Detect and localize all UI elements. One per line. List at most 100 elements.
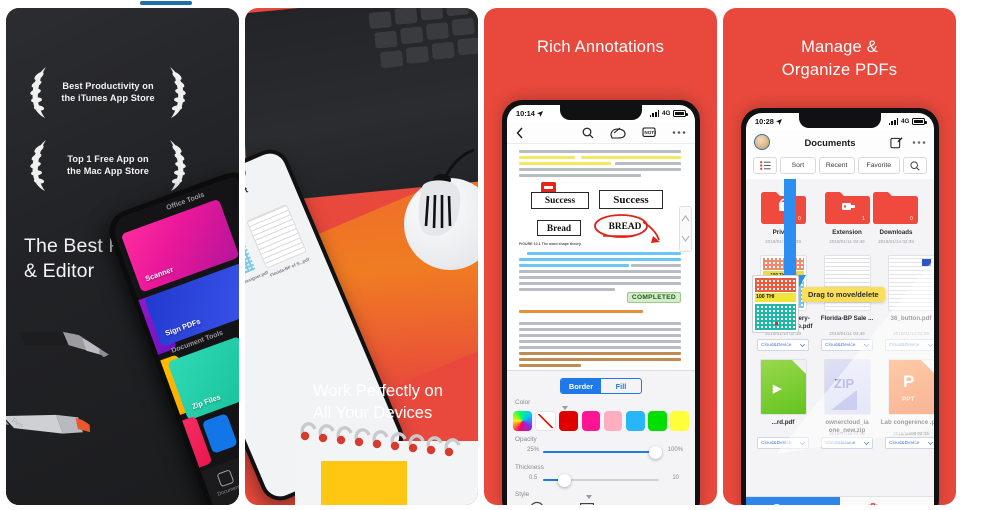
award-badge-1-line2: the iTunes App Store — [61, 93, 155, 103]
arrow-shape-icon[interactable] — [627, 504, 649, 505]
segment-border[interactable]: Border — [561, 379, 601, 393]
source-select-5[interactable]: Cloud&Device — [821, 437, 873, 449]
documents-icon[interactable] — [216, 469, 235, 488]
page-scroll-handle[interactable] — [679, 206, 692, 252]
note-icon[interactable]: NOTE — [642, 126, 656, 139]
file-name-6: Lab congerence .ppt — [880, 419, 934, 426]
border-fill-segmented-control[interactable]: Border Fill — [560, 378, 642, 394]
toolbar-icon-group: NOTE — [582, 126, 686, 139]
file-thumbnail-5[interactable]: ZIP — [824, 359, 871, 415]
sticky-note — [321, 461, 407, 505]
chevron-down-icon — [800, 441, 805, 445]
segment-fill[interactable]: Fill — [601, 379, 641, 393]
location-arrow-icon — [536, 110, 543, 117]
color-swatch-rainbow[interactable] — [513, 411, 532, 431]
laurel-right-icon — [170, 67, 186, 118]
award-badge-1: Best Productivity on the iTunes App Stor… — [20, 65, 196, 119]
opacity-slider-fill — [543, 451, 653, 453]
red-ink-circle-arrow-annotation[interactable] — [591, 212, 665, 246]
folder-downloads-name: Downloads — [879, 229, 913, 236]
chevron-down-icon — [928, 343, 933, 347]
back-chevron-icon[interactable] — [516, 127, 523, 139]
phone-mockup: 10:28 4G Documents Sort Recent Favorite … — [741, 108, 939, 505]
file-thumbnail-3[interactable] — [888, 255, 934, 311]
file-date-5: 2018/07/18 03:12 — [829, 431, 865, 436]
folder-button[interactable]: Folder — [746, 497, 840, 505]
status-time: 10:28 — [755, 117, 774, 126]
opacity-slider-knob[interactable] — [648, 445, 662, 459]
color-swatch-pink[interactable] — [603, 411, 623, 431]
file-thumbnail-6[interactable]: P PPT — [888, 359, 934, 415]
chevron-down-icon — [928, 441, 933, 445]
folder-button-label: Folder — [789, 504, 813, 506]
favorite-button[interactable]: Favorite — [857, 157, 900, 174]
color-swatch-none[interactable] — [535, 411, 556, 431]
active-tab-underline[interactable] — [140, 1, 192, 5]
screenshot-gallery: Best Productivity on the iTunes App Stor… — [0, 8, 956, 505]
recent-button[interactable]: Recent — [818, 157, 855, 174]
square-shape-icon[interactable] — [579, 501, 595, 505]
drag-tooltip: Drag to move/delete — [802, 287, 885, 302]
source-select-6-value: Cloud&Device — [889, 440, 920, 446]
title-line1: Rich Annotations — [536, 38, 665, 56]
color-swatch-red[interactable] — [559, 411, 579, 431]
award-badge-2: Top 1 Free App on the Mac App Store — [20, 138, 196, 192]
thickness-slider-knob[interactable] — [558, 473, 572, 487]
color-swatch-green[interactable] — [648, 411, 667, 431]
color-swatch-yellow[interactable] — [670, 411, 689, 431]
battery-icon — [673, 110, 688, 117]
color-swatch-cyan[interactable] — [625, 411, 645, 431]
folder-extension[interactable]: 1 — [824, 189, 871, 225]
style-label: Style — [515, 491, 530, 498]
thickness-label: Thickness — [515, 464, 544, 471]
list-view-icon[interactable] — [753, 157, 777, 174]
avatar[interactable] — [754, 134, 770, 150]
color-label: Color — [515, 399, 531, 406]
color-swatch-magenta[interactable] — [581, 411, 601, 431]
notch — [799, 113, 881, 128]
file-thumbnail-2[interactable] — [824, 255, 871, 311]
source-select-3[interactable]: Cloud&Device — [885, 339, 934, 351]
panel-annotations[interactable]: Rich Annotations 10:14 4G NOTE Success S… — [484, 8, 717, 505]
screenshot-stage: Best Productivity on the iTunes App Stor… — [0, 0, 993, 510]
opacity-slider[interactable] — [543, 445, 662, 459]
source-select-1[interactable]: Cloud&Device — [757, 339, 809, 351]
documents-grid[interactable]: 0 Private 2019/01/14 02:39 1 Extension 2… — [746, 179, 934, 505]
documents-header: Documents — [746, 130, 934, 154]
location-arrow-icon — [775, 118, 782, 125]
circle-shape-icon[interactable] — [529, 501, 545, 505]
phone-mockup: 10:14 4G NOTE Success Success Bread BREA… — [502, 100, 700, 505]
file-name-4: ...rd.pdf — [771, 419, 795, 426]
folder-downloads[interactable]: 0 — [872, 189, 919, 225]
source-select-5-value: Cloud&Device — [825, 440, 856, 446]
file-date-2: 2019/01/11 04:49 — [829, 331, 865, 336]
status-time: 10:14 — [516, 109, 535, 118]
network-label: 4G — [661, 110, 671, 117]
source-select-6[interactable]: Cloud&Device — [885, 437, 934, 449]
color-swatch-row[interactable] — [513, 411, 689, 431]
svg-text:NOTE: NOTE — [644, 130, 656, 135]
thickness-slider[interactable] — [543, 473, 659, 487]
tile-scanner-label: Scanner — [144, 264, 175, 284]
dragged-file-ghost[interactable]: 100 THI — [752, 275, 799, 333]
panel-awards[interactable]: Best Productivity on the iTunes App Stor… — [6, 8, 239, 505]
file-thumbnail-4[interactable]: ▶ — [760, 359, 807, 415]
title-line2: Organize PDFs — [781, 61, 898, 79]
panel-manage[interactable]: Manage & Organize PDFs 10:28 4G Document… — [723, 8, 956, 505]
file-name-2: Florida-BP Sale ... — [820, 315, 874, 322]
more-icon[interactable] — [912, 140, 926, 145]
source-select-2[interactable]: Cloud&Device — [821, 339, 873, 351]
source-select-4[interactable]: Cloud&Device — [757, 437, 809, 449]
laurel-left-icon — [30, 67, 46, 118]
sort-button[interactable]: Sort — [780, 157, 816, 174]
source-select-2-value: Cloud&Device — [825, 342, 856, 348]
annotate-icon[interactable] — [610, 127, 626, 139]
source-select-4-value: Cloud&Device — [761, 440, 792, 446]
search-icon[interactable] — [582, 127, 594, 139]
more-icon[interactable] — [672, 130, 686, 135]
search-icon[interactable] — [903, 157, 927, 174]
delete-button[interactable]: Delete — [840, 497, 934, 505]
panel-devices[interactable]: 3:22 Recents Office Toolset 100-Things E… — [245, 8, 478, 505]
award-badge-1-text: Best Productivity on the iTunes App Stor… — [52, 80, 164, 104]
compose-icon[interactable] — [890, 136, 903, 149]
